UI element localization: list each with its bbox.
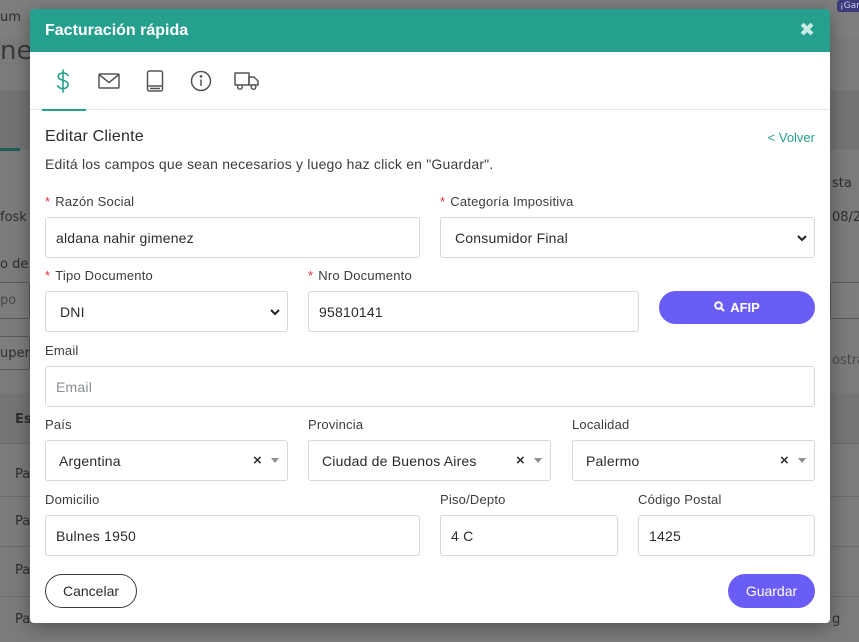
required-mark: * [440,194,446,209]
form-instructions: Editá los campos que sean necesarios y l… [45,156,494,172]
background-text: fosk [0,210,27,225]
email-input[interactable]: Email [45,366,815,407]
localidad-select-value: Palermo [586,452,640,469]
background-text: Pa [15,467,31,482]
piso-label: Piso/Depto [440,492,506,507]
background-text: o de [0,257,29,272]
background-input [830,282,859,319]
domicilio-label: Domicilio [45,492,100,507]
razon-social-input[interactable]: aldana nahir gimenez [45,217,420,258]
localidad-select[interactable]: Palermo × [572,440,815,481]
afip-search-button[interactable]: AFIP [659,291,815,324]
quick-invoice-modal: Facturación rápida ✖ Editar Cliente < Vo… [30,9,830,623]
categoria-select-value: Consumidor Final [455,229,568,246]
nro-doc-field: * Nro Documento 95810141 [308,268,639,332]
truck-icon [234,71,260,91]
nro-doc-input[interactable]: 95810141 [308,291,639,332]
background-text: g [832,612,841,627]
piso-field: Piso/Depto 4 C [440,492,618,556]
provincia-field: Provincia Ciudad de Buenos Aires × [308,417,551,481]
tipo-doc-field: * Tipo Documento DNI [45,268,288,332]
codigo-postal-input[interactable]: 1425 [638,515,815,556]
heading-row: Editar Cliente < Volver [45,128,815,146]
email-label: Email [45,343,79,358]
categoria-label-text: Categoría Impositiva [450,194,574,209]
mail-icon [98,72,120,89]
codigo-postal-label: Código Postal [638,492,722,507]
background-text: sta [832,176,852,191]
chevron-down-icon [269,305,281,321]
close-icon[interactable]: ✖ [799,21,815,40]
provincia-select-value: Ciudad de Buenos Aires [322,452,477,469]
nro-doc-label: * Nro Documento [308,268,639,284]
dropdown-arrow-icon [534,458,542,463]
background-text: po [0,293,17,308]
background-text: Pa [15,563,31,578]
clear-icon[interactable]: × [780,452,789,469]
background-heading: ne [0,36,33,66]
codigo-postal-field: Código Postal 1425 [638,492,815,556]
tipo-doc-select-value: DNI [60,303,85,320]
razon-social-field: * Razón Social aldana nahir gimenez [45,194,420,258]
clear-icon[interactable]: × [516,452,525,469]
localidad-field: Localidad Palermo × [572,417,815,481]
background-text: ostra [832,353,859,368]
categoria-label: * Categoría Impositiva [440,194,815,210]
pais-field: País Argentina × [45,417,288,481]
provincia-select[interactable]: Ciudad de Buenos Aires × [308,440,551,481]
tipo-doc-label: * Tipo Documento [45,268,288,284]
cancel-button[interactable]: Cancelar [45,574,137,608]
pais-select[interactable]: Argentina × [45,440,288,481]
tab-document[interactable] [132,52,178,110]
background-text: 08/2 [832,210,859,225]
tab-shipping[interactable] [224,52,270,110]
domicilio-field: Domicilio Bulnes 1950 [45,492,420,556]
back-link[interactable]: < Volver [768,130,815,145]
modal-header: Facturación rápida ✖ [30,9,830,52]
afip-button-label: AFIP [730,300,760,315]
tab-email[interactable] [86,52,132,110]
email-field: Email Email [45,343,815,407]
background-text: Pa [15,514,31,529]
search-icon [714,300,725,315]
book-icon [146,69,164,92]
form-heading: Editar Cliente [45,128,144,145]
modal-body: Editar Cliente < Volver Editá los campos… [30,128,830,172]
tipo-doc-select[interactable]: DNI [45,291,288,332]
tab-info[interactable] [178,52,224,110]
pais-select-value: Argentina [59,452,121,469]
background-tab-underline [0,148,20,151]
background-text: Pa [15,612,31,627]
dollar-icon [56,68,70,93]
pais-label: País [45,417,72,432]
modal-tabs [30,52,830,111]
localidad-label: Localidad [572,417,630,432]
razon-social-label: * Razón Social [45,194,420,210]
dropdown-arrow-icon [798,458,806,463]
nro-doc-label-text: Nro Documento [318,268,412,283]
piso-input[interactable]: 4 C [440,515,618,556]
tab-billing[interactable] [40,52,86,111]
tipo-doc-label-text: Tipo Documento [55,268,153,283]
required-mark: * [308,268,314,283]
modal-title: Facturación rápida [45,21,189,39]
clear-icon[interactable]: × [253,452,262,469]
categoria-select[interactable]: Consumidor Final [440,217,815,258]
provincia-label: Provincia [308,417,364,432]
domicilio-input[interactable]: Bulnes 1950 [45,515,420,556]
background-promo-badge: ¡Gan [837,0,859,12]
dropdown-arrow-icon [271,458,279,463]
save-button[interactable]: Guardar [728,574,815,608]
required-mark: * [45,268,51,283]
chevron-down-icon [796,231,808,247]
categoria-field: * Categoría Impositiva Consumidor Final [440,194,815,258]
background-text: um [0,10,21,25]
info-icon [190,70,212,92]
razon-social-label-text: Razón Social [55,194,135,209]
required-mark: * [45,194,51,209]
